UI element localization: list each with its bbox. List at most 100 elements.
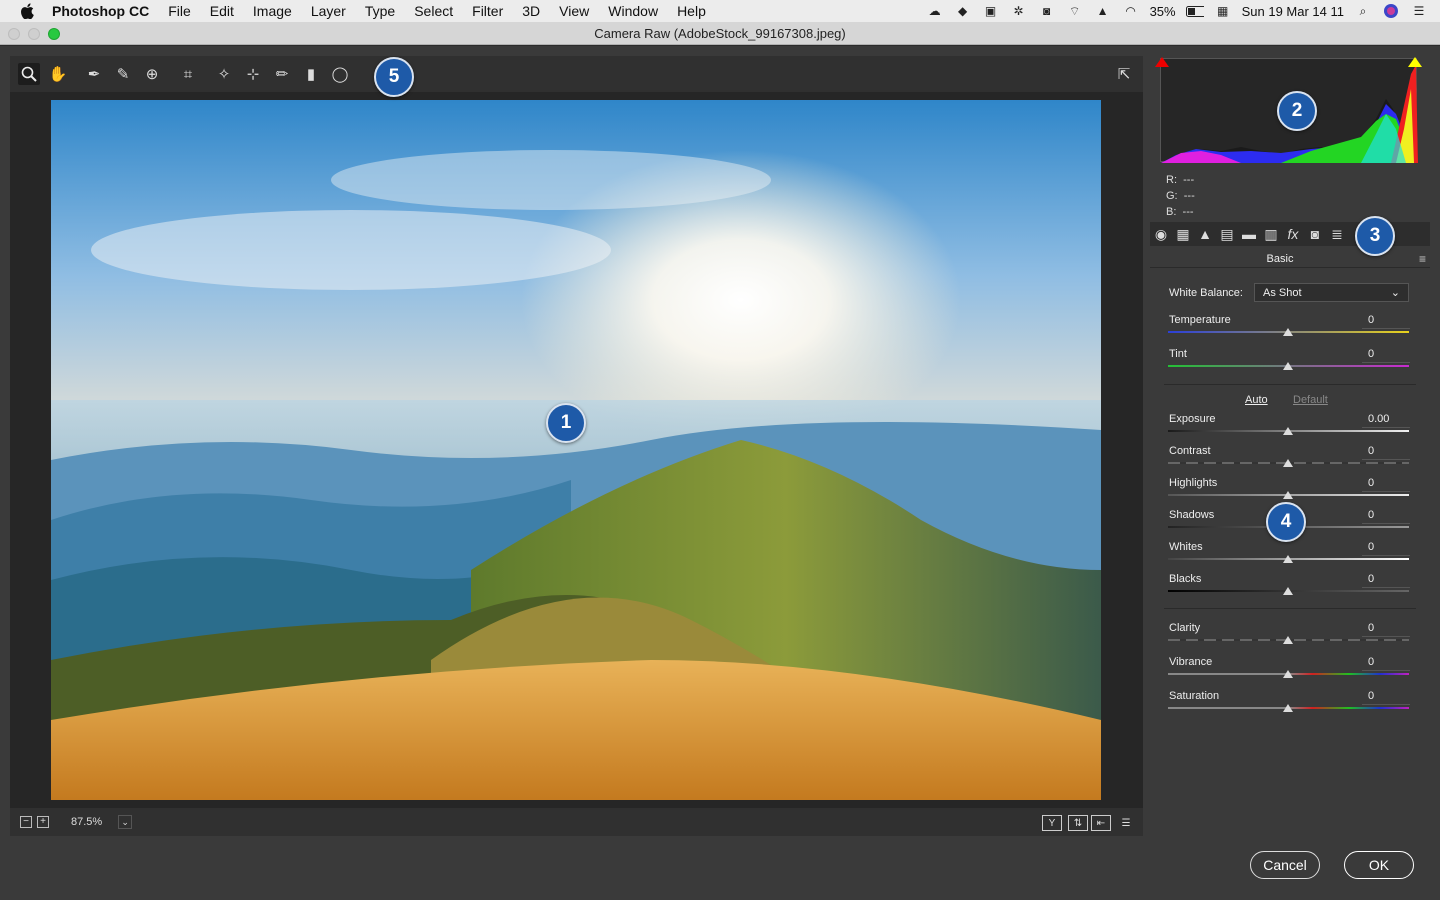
siri-icon[interactable]: [1382, 3, 1400, 19]
crop-tool-icon[interactable]: ⌗: [177, 63, 199, 85]
camera-calibration-tab-icon[interactable]: ◙: [1304, 223, 1326, 245]
radial-filter-icon[interactable]: ◯: [329, 63, 351, 85]
wifi-icon[interactable]: ◠: [1122, 3, 1140, 19]
lens-corrections-tab-icon[interactable]: ▥: [1260, 223, 1282, 245]
hand-tool-icon[interactable]: ✋: [47, 63, 69, 85]
menu-filter[interactable]: Filter: [472, 3, 503, 19]
hsl-tab-icon[interactable]: ▤: [1216, 223, 1238, 245]
effects-tab-icon[interactable]: fx: [1282, 223, 1304, 245]
default-link[interactable]: Default: [1293, 394, 1328, 406]
slider-thumb[interactable]: [1283, 491, 1293, 499]
slider-blacks[interactable]: Blacks 0: [1150, 573, 1430, 603]
drive-icon[interactable]: ▲: [1094, 3, 1112, 19]
menu-3d[interactable]: 3D: [522, 3, 540, 19]
slider-saturation[interactable]: Saturation 0: [1150, 690, 1430, 720]
callout-badge-2: 2: [1277, 91, 1317, 131]
slider-thumb[interactable]: [1283, 427, 1293, 435]
slider-thumb[interactable]: [1283, 459, 1293, 467]
highlight-clipping-warning-icon[interactable]: [1408, 57, 1422, 67]
dropbox-icon[interactable]: ◆: [954, 3, 972, 19]
bookmark-icon[interactable]: ▣: [982, 3, 1000, 19]
search-icon[interactable]: ⌕: [1354, 3, 1372, 19]
panel-menu-icon[interactable]: ≡: [1419, 252, 1426, 266]
clock-text[interactable]: Sun 19 Mar 14 11: [1242, 4, 1344, 19]
menu-image[interactable]: Image: [253, 3, 292, 19]
callout-badge-1: 1: [546, 403, 586, 443]
gear-icon[interactable]: ✲: [1010, 3, 1028, 19]
menu-view[interactable]: View: [559, 3, 589, 19]
slider-thumb[interactable]: [1283, 587, 1293, 595]
menu-help[interactable]: Help: [677, 3, 706, 19]
slider-thumb[interactable]: [1283, 636, 1293, 644]
right-panel: R: --- G: --- B: --- ◉ ▦ ▲ ▤ ▬ ▥ fx ◙ ≣ …: [1150, 46, 1430, 836]
airdrop-icon[interactable]: ⌔: [1066, 3, 1084, 19]
menu-select[interactable]: Select: [414, 3, 453, 19]
preview-area: ✋ ✒ ✎ ⊕ ⌗ ✧ ⊹ ✏ ▮ ◯ ⇱ − + 87.5% ⌄ Y ⇅ ⇤ …: [10, 56, 1143, 836]
adjustment-brush-icon[interactable]: ✏: [271, 63, 293, 85]
camera-icon[interactable]: ◙: [1038, 3, 1056, 19]
menu-layer[interactable]: Layer: [311, 3, 346, 19]
shadow-clipping-warning-icon[interactable]: [1155, 57, 1169, 67]
menu-type[interactable]: Type: [365, 3, 395, 19]
menu-photoshop[interactable]: Photoshop CC: [52, 3, 149, 19]
window-titlebar: Camera Raw (AdobeStock_99167308.jpeg): [0, 22, 1440, 45]
presets-tab-icon[interactable]: ≣: [1326, 223, 1348, 245]
slider-whites[interactable]: Whites 0: [1150, 541, 1430, 571]
spot-removal-tool-icon[interactable]: ✧: [213, 63, 235, 85]
slider-thumb[interactable]: [1283, 704, 1293, 712]
notification-center-icon[interactable]: ☰: [1410, 3, 1428, 19]
tone-curve-tab-icon[interactable]: ▦: [1172, 223, 1194, 245]
zoom-out-button[interactable]: −: [20, 816, 32, 828]
callout-badge-3: 3: [1355, 216, 1395, 256]
before-after-icon[interactable]: Y: [1042, 815, 1062, 831]
preview-preferences-icon[interactable]: ☰: [1116, 815, 1136, 831]
auto-link[interactable]: Auto: [1245, 394, 1268, 406]
basic-tab-icon[interactable]: ◉: [1150, 223, 1172, 245]
battery-percent: 35%: [1149, 3, 1176, 19]
camera-raw-window: ✋ ✒ ✎ ⊕ ⌗ ✧ ⊹ ✏ ▮ ◯ ⇱ − + 87.5% ⌄ Y ⇅ ⇤ …: [0, 46, 1440, 900]
slider-temperature[interactable]: Temperature 0: [1150, 314, 1430, 344]
zoom-level: 87.5%: [71, 816, 103, 828]
targeted-adjustment-tool-icon[interactable]: ⊕: [141, 63, 163, 85]
photo-preview[interactable]: [51, 100, 1101, 800]
slider-tint[interactable]: Tint 0: [1150, 348, 1430, 378]
color-sampler-tool-icon[interactable]: ✎: [112, 63, 134, 85]
battery-icon[interactable]: [1185, 3, 1204, 19]
apple-icon[interactable]: [18, 2, 36, 20]
readout-b: B: ---: [1166, 206, 1194, 218]
detail-tab-icon[interactable]: ▲: [1194, 223, 1216, 245]
calendar-icon[interactable]: ▦: [1214, 3, 1232, 19]
dialog-footer: Cancel OK: [0, 836, 1440, 900]
slider-clarity[interactable]: Clarity 0: [1150, 622, 1430, 652]
mac-menubar: Photoshop CC File Edit Image Layer Type …: [0, 0, 1440, 22]
menu-window[interactable]: Window: [608, 3, 658, 19]
slider-thumb[interactable]: [1283, 555, 1293, 563]
slider-thumb[interactable]: [1283, 328, 1293, 336]
slider-exposure[interactable]: Exposure 0.00: [1150, 413, 1430, 443]
ok-button[interactable]: OK: [1344, 851, 1414, 879]
zoom-dropdown-chevron-icon[interactable]: ⌄: [118, 815, 133, 829]
creative-cloud-icon[interactable]: ☁: [926, 3, 944, 19]
copy-settings-icon[interactable]: ⇤: [1091, 815, 1111, 831]
white-balance-tool-icon[interactable]: ✒: [83, 63, 105, 85]
slider-contrast[interactable]: Contrast 0: [1150, 445, 1430, 475]
menu-edit[interactable]: Edit: [210, 3, 234, 19]
divider: [1164, 384, 1416, 385]
split-toning-tab-icon[interactable]: ▬: [1238, 223, 1260, 245]
window-title: Camera Raw (AdobeStock_99167308.jpeg): [594, 26, 846, 41]
slider-vibrance[interactable]: Vibrance 0: [1150, 656, 1430, 686]
chevron-down-icon: ⌄: [1390, 287, 1400, 299]
slider-thumb[interactable]: [1283, 362, 1293, 370]
status-bar: − + 87.5% ⌄ Y ⇅ ⇤ ☰: [10, 808, 1143, 836]
zoom-tool-icon[interactable]: [18, 63, 40, 85]
graduated-filter-icon[interactable]: ▮: [300, 63, 322, 85]
tool-bar: ✋ ✒ ✎ ⊕ ⌗ ✧ ⊹ ✏ ▮ ◯ ⇱: [10, 56, 1143, 92]
slider-thumb[interactable]: [1283, 670, 1293, 678]
open-preferences-icon[interactable]: ⇱: [1113, 63, 1135, 85]
red-eye-tool-icon[interactable]: ⊹: [242, 63, 264, 85]
swap-before-after-icon[interactable]: ⇅: [1068, 815, 1088, 831]
menu-file[interactable]: File: [168, 3, 191, 19]
zoom-in-button[interactable]: +: [37, 816, 49, 828]
white-balance-select[interactable]: As Shot ⌄: [1254, 283, 1409, 302]
cancel-button[interactable]: Cancel: [1250, 851, 1320, 879]
